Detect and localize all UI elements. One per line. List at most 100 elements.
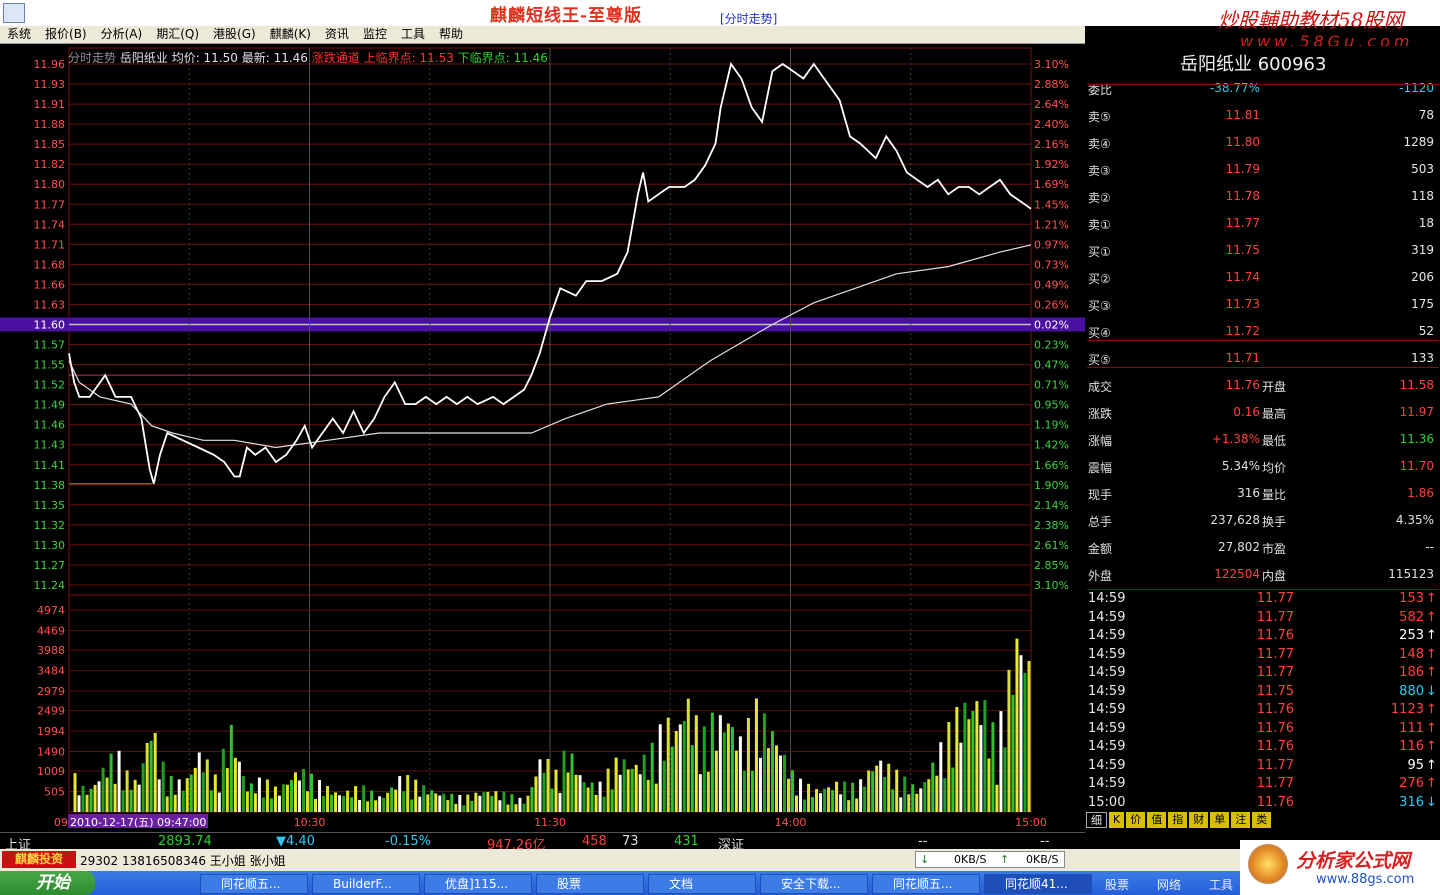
stat-value: 11.76 [1225,378,1260,392]
stat-label: 外盘 [1088,569,1113,583]
taskbar-item[interactable]: 安全下载... [760,874,868,894]
panel-tab[interactable]: 价 [1126,812,1146,828]
volume-bar [265,779,269,812]
order-book-volume: 319 [1411,243,1434,257]
volume-bar [137,784,141,812]
taskbar-item[interactable]: 同花顺五... [200,874,308,894]
volume-bar [855,798,859,812]
order-book-volume: 133 [1411,351,1434,365]
volume-bar [730,727,734,812]
index-value: 2893.74 [158,834,212,849]
volume-bar [726,723,730,812]
order-book-row: 买⑤ 11.71 133 [1088,348,1438,368]
panel-tab[interactable]: 财 [1189,812,1209,828]
volume-bar [634,764,638,812]
arrow-up-icon: ↑ [1426,776,1437,791]
volume-bar [714,750,718,812]
menu-hk-stocks[interactable]: 港股(G) [206,26,263,43]
percent-tick: 2.88% [1034,78,1069,91]
order-book-price: 11.79 [1225,162,1260,176]
stock-name-code: 岳阳纸业 600963 [1180,54,1327,75]
panel-divider [1087,367,1439,368]
taskbar-item[interactable]: 同花顺五... [872,874,980,894]
menu-quote[interactable]: 报价(B) [38,26,94,43]
app-icon[interactable] [3,3,25,23]
volume-bar [498,800,502,812]
percent-tick: 0.26% [1034,298,1069,311]
panel-tab[interactable]: 注 [1231,812,1251,828]
volume-bar [795,795,799,812]
price-tick: 11.57 [34,339,66,352]
volume-bar [642,754,646,812]
stat-label: 最低 [1262,434,1287,448]
taskbar-item[interactable]: BuilderF... [312,874,420,894]
tray-item[interactable]: 工具 [1209,876,1233,893]
order-book-row: 买④ 11.72 52 [1088,321,1438,341]
volume-bar [446,800,450,812]
percent-tick: 0.71% [1034,379,1069,392]
menu-news[interactable]: 资讯 [318,26,356,43]
stat-label: 内盘 [1262,569,1287,583]
volume-tick: 1009 [37,765,65,778]
volume-bar [285,784,289,812]
stat-label: 最高 [1262,407,1287,421]
stat-label: 成交 [1088,380,1113,394]
order-book-label: 卖⑤ [1088,110,1111,124]
volume-bar [494,791,498,812]
volume-bar [434,793,438,812]
volume-bar [169,776,173,812]
panel-tab[interactable]: 细 [1086,812,1107,828]
arrow-up-icon: ↑ [1426,665,1437,680]
panel-tab[interactable]: K [1109,812,1125,828]
volume-bar [710,712,714,812]
volume-bar [350,797,354,812]
start-button[interactable]: 开始 [0,871,95,895]
volume-bar [799,778,803,812]
volume-bar [221,748,225,812]
intraday-chart[interactable]: 11.96 11.93 11.91 11.88 11.85 11.82 11.80 11.77… [0,46,1085,831]
qilin-logo: 麒麟投资 [2,851,76,868]
volume-bar [991,722,995,812]
tray-item[interactable]: 网络 [1157,876,1181,893]
volume-bar [943,778,947,812]
panel-tab[interactable]: 单 [1210,812,1230,828]
view-label: [分时走势] [720,12,778,26]
percent-tick: 0.23% [1034,339,1069,352]
menu-analysis[interactable]: 分析(A) [94,26,150,43]
index-flat-count: 73 [622,834,639,849]
quote-stat-row: 总手 237,628 换手 4.35% [1088,510,1438,530]
volume-bar [426,794,430,812]
stat-label: 开盘 [1262,380,1287,394]
tick-price: 11.75 [1256,683,1294,699]
panel-tab[interactable]: 值 [1147,812,1167,828]
menu-help[interactable]: 帮助 [432,26,470,43]
menu-qilin[interactable]: 麒麟(K) [263,26,318,43]
order-book-volume: 78 [1418,108,1434,122]
tick-price: 11.77 [1256,665,1294,680]
panel-tab[interactable]: 指 [1168,812,1188,828]
volume-bar [518,797,522,812]
taskbar-item[interactable]: 文档 [648,874,756,894]
panel-tab[interactable]: 类 [1252,812,1272,828]
menu-tools[interactable]: 工具 [394,26,432,43]
order-book-volume: 18 [1418,216,1434,230]
menu-monitor[interactable]: 监控 [356,26,394,43]
tick-time: 14:59 [1088,665,1126,680]
taskbar-item[interactable]: 股票 [536,874,644,894]
tray-item[interactable]: 股票 [1105,876,1129,893]
volume-bar [971,711,975,812]
stat-label: 涨跌 [1088,407,1113,421]
stat-value: 5.34% [1221,459,1260,473]
arrow-up-icon: ↑ [1426,646,1437,662]
order-book-label: 买① [1088,245,1111,259]
tick-price: 11.77 [1256,757,1294,773]
menu-futures[interactable]: 期汇(Q) [149,26,206,43]
menu-system[interactable]: 系统 [0,26,38,43]
volume-bar [173,794,177,812]
index-change: ▼4.40 [276,834,315,849]
percent-tick: 0.95% [1034,399,1069,412]
taskbar-item[interactable]: 优盘]115... [424,874,532,894]
date-label: 2010-12-17(五) 09:47:00 [70,816,206,829]
volume-bar [670,746,674,812]
taskbar-item-active[interactable]: 同花顺41... [984,874,1092,894]
